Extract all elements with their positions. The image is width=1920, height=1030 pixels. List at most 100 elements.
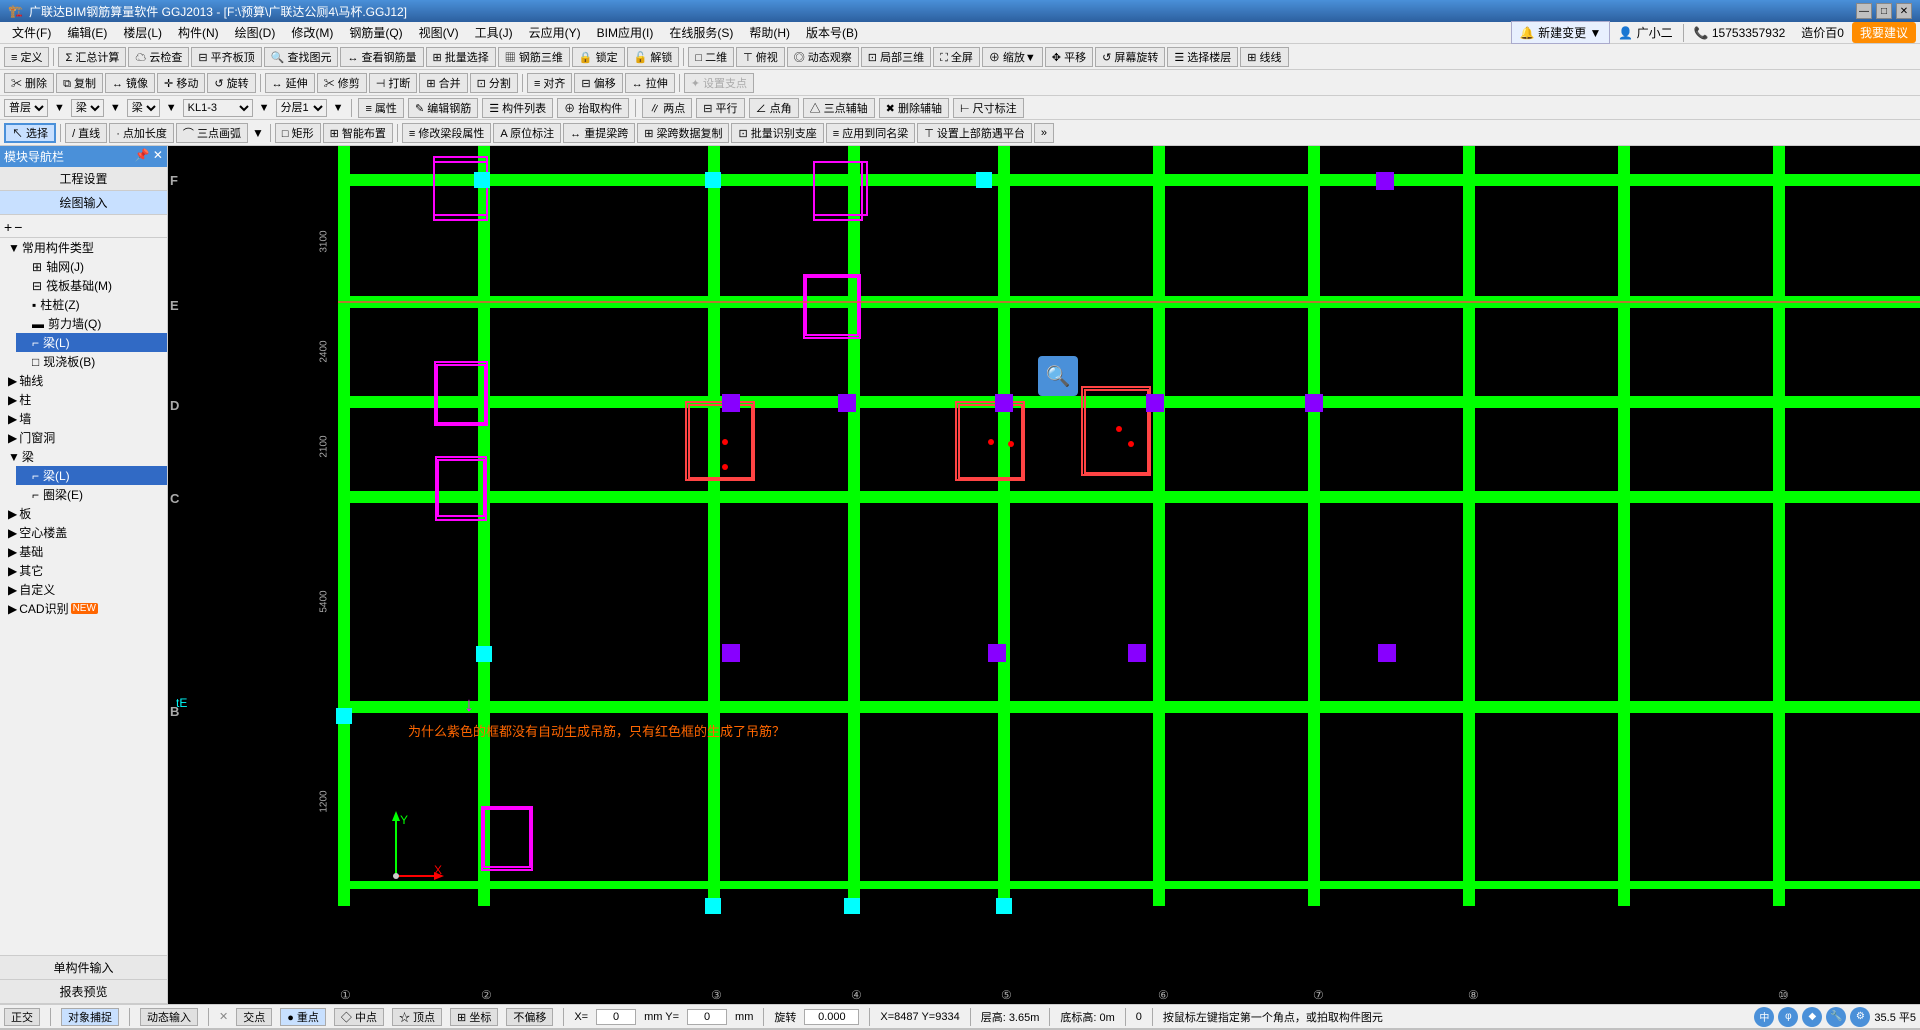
- sidebar-item-slab[interactable]: □现浇板(B): [16, 352, 167, 371]
- sidebar-item-shear-wall[interactable]: ▬剪力墙(Q): [16, 314, 167, 333]
- mark-btn[interactable]: A 原位标注: [493, 123, 561, 143]
- midpoint-btn[interactable]: ◇ 中点: [334, 1008, 384, 1026]
- magnifier-icon[interactable]: 🔍: [1038, 356, 1078, 396]
- type2-select[interactable]: 梁: [127, 99, 160, 117]
- drawing-input-btn[interactable]: 绘图输入: [0, 191, 167, 215]
- flatten-btn[interactable]: ⊟ 平齐板顶: [191, 47, 261, 67]
- y-input[interactable]: [687, 1009, 727, 1025]
- define-btn[interactable]: ≡ 定义: [4, 47, 49, 67]
- angle-btn[interactable]: ∠ 点角: [749, 98, 799, 118]
- select-layer-btn[interactable]: ☰ 选择楼层: [1167, 47, 1238, 67]
- icon-phi[interactable]: φ: [1778, 1007, 1798, 1027]
- icon-gear[interactable]: ⚙: [1850, 1007, 1870, 1027]
- tree-custom[interactable]: ▶自定义: [0, 580, 167, 599]
- arc-btn[interactable]: ⌒ 三点画弧: [176, 123, 248, 143]
- trim-btn[interactable]: ✂ 修剪: [317, 73, 367, 93]
- dynamic-obs-btn[interactable]: ◎ 动态观察: [787, 47, 859, 67]
- tree-beam[interactable]: ▼梁: [0, 447, 167, 466]
- re-span-btn[interactable]: ↔ 重提梁跨: [563, 123, 635, 143]
- unlock-btn[interactable]: 🔓 解锁: [627, 47, 680, 67]
- menu-rebar[interactable]: 钢筋量(Q): [341, 22, 410, 43]
- grid-btn[interactable]: ⊞ 线线: [1240, 47, 1288, 67]
- minimize-button[interactable]: —: [1856, 3, 1872, 19]
- menu-gxe[interactable]: 👤 广小二: [1610, 22, 1680, 43]
- rotate2-btn[interactable]: ↺ 旋转: [207, 73, 255, 93]
- menu-tools[interactable]: 工具(J): [467, 22, 521, 43]
- move-btn[interactable]: ✛ 移动: [157, 73, 205, 93]
- midweight-btn[interactable]: ● 重点: [280, 1008, 326, 1026]
- stretch-btn[interactable]: ↔ 拉伸: [625, 73, 675, 93]
- menu-cloud[interactable]: 云应用(Y): [521, 22, 589, 43]
- coord-btn[interactable]: ⊞ 坐标: [450, 1008, 498, 1026]
- batch-id-support-btn[interactable]: ⊡ 批量识别支座: [731, 123, 823, 143]
- element-list-btn[interactable]: ☰ 构件列表: [482, 98, 553, 118]
- vertex-btn[interactable]: ☆ 顶点: [392, 1008, 442, 1026]
- select-mode-btn[interactable]: ↖ 选择: [4, 123, 56, 143]
- minus-icon[interactable]: −: [14, 219, 22, 235]
- calc-btn[interactable]: Σ 汇总计算: [58, 47, 126, 67]
- rebar-3d-btn[interactable]: ▦ 钢筋三维: [498, 47, 570, 67]
- smart-layout-btn[interactable]: ⊞ 智能布置: [323, 123, 393, 143]
- local-3d-btn[interactable]: ⊡ 局部三维: [861, 47, 931, 67]
- find-btn[interactable]: 🔍 查找图元: [264, 47, 339, 67]
- dynamic-input-btn[interactable]: 动态输入: [140, 1008, 198, 1026]
- sidebar-pin[interactable]: 📌 ✕: [135, 148, 163, 165]
- ortho-btn[interactable]: 正交: [4, 1008, 40, 1026]
- rotate-input[interactable]: [804, 1009, 859, 1025]
- extend-btn[interactable]: ↔ 延伸: [265, 73, 315, 93]
- edit-rebar-btn[interactable]: ✎ 编辑钢筋: [408, 98, 478, 118]
- menu-view[interactable]: 视图(V): [411, 22, 467, 43]
- element-select[interactable]: KL1-3: [183, 99, 253, 117]
- rotate-screen-btn[interactable]: ↺ 屏幕旋转: [1095, 47, 1165, 67]
- floor-select[interactable]: 普层: [4, 99, 48, 117]
- split-btn[interactable]: ⊡ 分割: [470, 73, 518, 93]
- menu-help[interactable]: 帮助(H): [741, 22, 798, 43]
- tree-axes[interactable]: ▶轴线: [0, 371, 167, 390]
- dim-btn[interactable]: ⊢ 尺寸标注: [953, 98, 1024, 118]
- icon-zh[interactable]: 中: [1754, 1007, 1774, 1027]
- tree-hollow[interactable]: ▶空心楼盖: [0, 523, 167, 542]
- offset-btn[interactable]: ⊟ 偏移: [574, 73, 622, 93]
- pick-btn[interactable]: ⊕ 抬取构件: [557, 98, 629, 118]
- no-offset-btn[interactable]: 不偏移: [506, 1008, 553, 1026]
- x-input[interactable]: [596, 1009, 636, 1025]
- 2d-btn[interactable]: □ 二维: [688, 47, 734, 67]
- del-axis-btn[interactable]: ✖ 删除辅轴: [879, 98, 949, 118]
- two-pt-btn[interactable]: ∥ 两点: [642, 98, 692, 118]
- zoom-btn[interactable]: ⊕ 缩放▼: [982, 47, 1043, 67]
- menu-file[interactable]: 文件(F): [4, 22, 59, 43]
- icon-wrench[interactable]: 🔧: [1826, 1007, 1846, 1027]
- set-top-btn[interactable]: ⊤ 设置上部筋遇平台: [917, 123, 1032, 143]
- sidebar-item-beam2[interactable]: ⌐梁(L): [16, 466, 167, 485]
- cloud-check-btn[interactable]: ☁ 云检查: [128, 47, 189, 67]
- engineering-settings-btn[interactable]: 工程设置: [0, 167, 167, 191]
- apply-same-name-btn[interactable]: ≡ 应用到同名梁: [826, 123, 915, 143]
- delete-btn[interactable]: ✂ 删除: [4, 73, 54, 93]
- menu-element[interactable]: 构件(N): [170, 22, 227, 43]
- lock-btn[interactable]: 🔒 锁定: [572, 47, 625, 67]
- menu-modify[interactable]: 修改(M): [283, 22, 341, 43]
- rect-btn[interactable]: □ 矩形: [275, 123, 321, 143]
- top-btn[interactable]: ⊤ 俯视: [736, 47, 785, 67]
- copy-btn[interactable]: ⧉ 复制: [56, 73, 103, 93]
- menu-draw[interactable]: 绘图(D): [227, 22, 284, 43]
- report-preview-btn[interactable]: 报表预览: [0, 980, 167, 1004]
- span-copy-btn[interactable]: ⊞ 梁跨数据复制: [637, 123, 729, 143]
- set-point-btn[interactable]: ✦ 设置支点: [684, 73, 754, 93]
- mirror-btn[interactable]: ↔ 镜像: [105, 73, 155, 93]
- menu-new-change[interactable]: 🔔 新建变更 ▼: [1511, 21, 1611, 44]
- sidebar-item-column[interactable]: ▪柱桩(Z): [16, 295, 167, 314]
- more-btn[interactable]: »: [1034, 123, 1054, 143]
- tree-column[interactable]: ▶柱: [0, 390, 167, 409]
- single-input-btn[interactable]: 单构件输入: [0, 956, 167, 980]
- menu-online[interactable]: 在线服务(S): [661, 22, 741, 43]
- layer-select[interactable]: 分层1: [276, 99, 327, 117]
- line-btn[interactable]: / 直线: [65, 123, 107, 143]
- icon-diamond[interactable]: ◆: [1802, 1007, 1822, 1027]
- maximize-button[interactable]: □: [1876, 3, 1892, 19]
- sidebar-item-ring-beam[interactable]: ⌐圈梁(E): [16, 485, 167, 504]
- merge-btn[interactable]: ⊞ 合并: [419, 73, 467, 93]
- tree-wall[interactable]: ▶墙: [0, 409, 167, 428]
- parallel-btn[interactable]: ⊟ 平行: [696, 98, 744, 118]
- tree-opening[interactable]: ▶门窗洞: [0, 428, 167, 447]
